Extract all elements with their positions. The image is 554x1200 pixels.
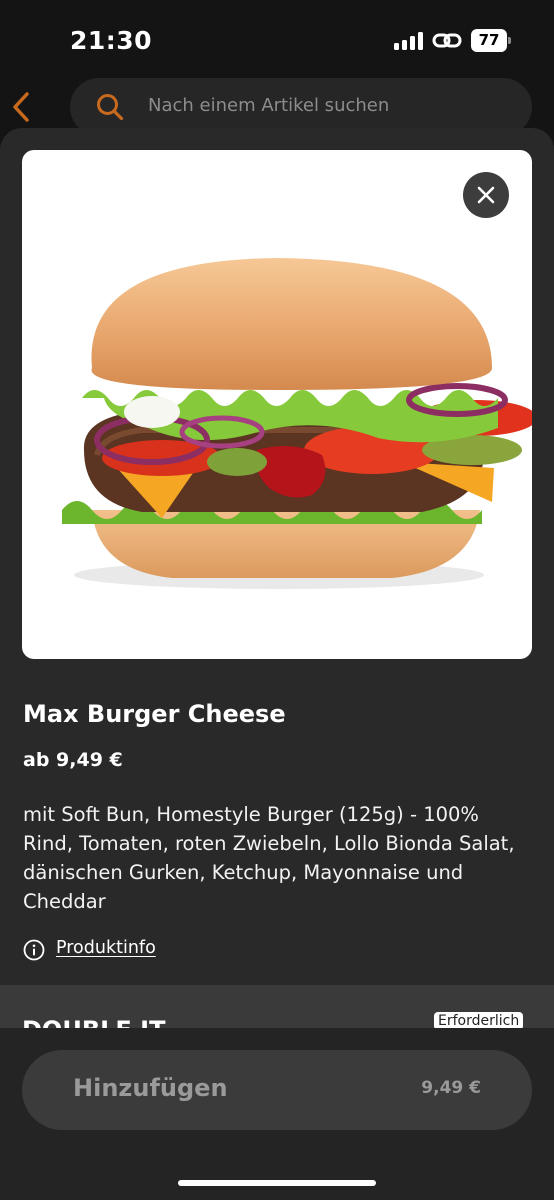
search-input[interactable]: Nach einem Artikel suchen (148, 95, 389, 116)
battery-level: 77 (471, 29, 507, 52)
product-description: mit Soft Bun, Homestyle Burger (125g) - … (23, 803, 515, 913)
bottom-action-bar: Hinzufügen 9,49 € (0, 1028, 554, 1200)
product-info-link[interactable]: Produktinfo (56, 938, 156, 958)
battery-icon: 77 (471, 29, 511, 52)
cellular-signal-icon (394, 32, 424, 50)
add-button-label: Hinzufügen (73, 1074, 228, 1102)
close-icon (477, 186, 495, 204)
search-icon (97, 94, 124, 121)
personal-hotspot-icon (432, 33, 462, 48)
screen: 21:30 77 Nach einem Artikel suchen Max B… (0, 0, 554, 1200)
add-button-price: 9,49 € (421, 1078, 481, 1098)
status-time: 21:30 (70, 26, 153, 55)
home-indicator[interactable] (178, 1180, 376, 1186)
product-price: ab 9,49 € (23, 749, 123, 771)
status-bar: 21:30 77 (0, 0, 554, 80)
burger-illustration (62, 258, 532, 589)
back-arrow-icon[interactable] (8, 88, 38, 126)
info-icon (23, 939, 45, 961)
close-button[interactable] (463, 172, 509, 218)
product-image (22, 150, 532, 659)
add-to-cart-button[interactable]: Hinzufügen 9,49 € (22, 1050, 532, 1130)
product-title: Max Burger Cheese (23, 700, 286, 728)
